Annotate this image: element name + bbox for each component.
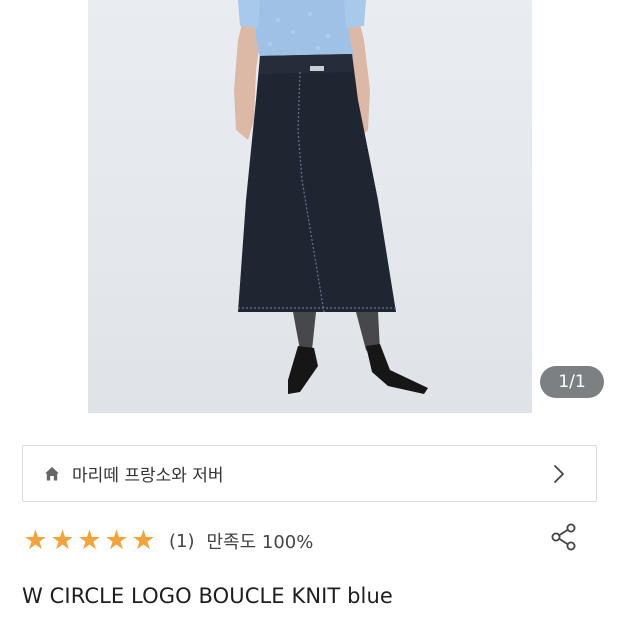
product-detail-page: 1/1 마리떼 프랑소와 저버 ★ ★ ★ ★ ★ (1) 만족도 100% W… (0, 0, 620, 620)
star-icon: ★ (77, 525, 102, 556)
rating-summary[interactable]: ★ ★ ★ ★ ★ (1) 만족도 100% (22, 524, 313, 558)
star-icon: ★ (50, 525, 75, 556)
review-count[interactable]: (1) (169, 531, 195, 552)
star-icon: ★ (104, 525, 129, 556)
satisfaction-rate: 만족도 100% (206, 532, 314, 553)
brand-name: 마리떼 프랑소와 저버 (72, 466, 224, 486)
star-icon: ★ (131, 525, 156, 556)
product-title: W CIRCLE LOGO BOUCLE KNIT blue (22, 584, 393, 608)
star-rating: ★ ★ ★ ★ ★ (22, 526, 157, 556)
star-icon: ★ (23, 525, 48, 556)
image-counter-badge: 1/1 (540, 366, 604, 398)
product-photo[interactable] (88, 0, 532, 413)
chevron-right-icon (548, 463, 570, 485)
share-button[interactable] (548, 522, 580, 556)
share-icon (549, 522, 579, 556)
home-icon (42, 464, 62, 484)
product-photo-illustration (234, 0, 428, 394)
brand-link-row[interactable]: 마리떼 프랑소와 저버 (22, 445, 597, 502)
product-image-gallery[interactable]: 1/1 (0, 0, 620, 415)
